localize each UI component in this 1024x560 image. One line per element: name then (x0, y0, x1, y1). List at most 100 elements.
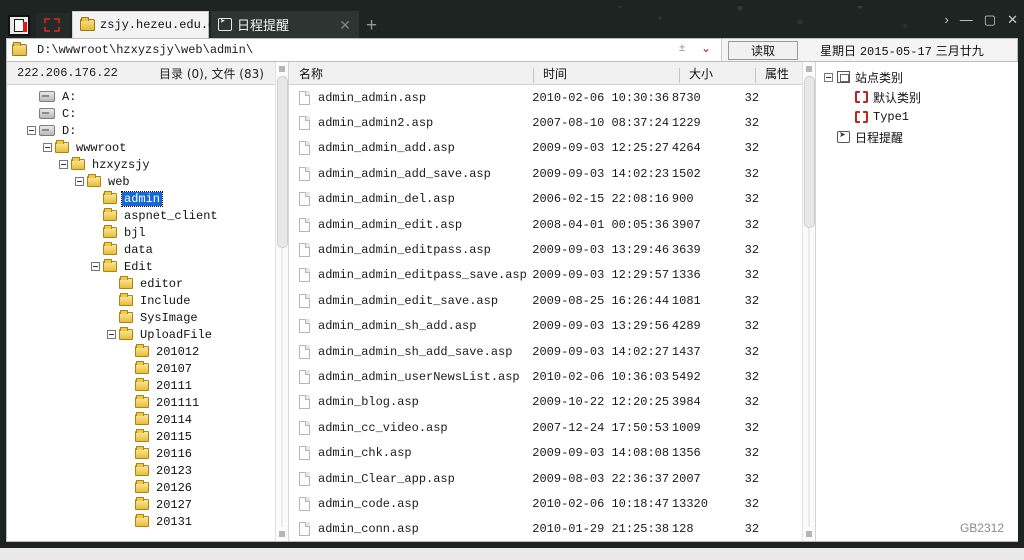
collapse-icon[interactable] (107, 330, 116, 339)
main-content: 222.206.176.22 目录 (0), 文件 (83) A: C: D: www… (6, 62, 1018, 542)
category-tree-item[interactable]: 站点类别 (821, 67, 1018, 87)
collapse-icon[interactable] (91, 262, 100, 271)
tree-item[interactable]: 201012 (7, 343, 288, 360)
tree-item[interactable]: A: (7, 88, 288, 105)
tree-item[interactable]: bjl (7, 224, 288, 241)
table-row[interactable]: admin_admin_edit.asp 2008-04-01 00:05:36 3… (289, 212, 802, 237)
table-row[interactable]: admin_admin_add.asp 2009-09-03 12:25:27 42… (289, 136, 802, 161)
column-header-size[interactable]: 大小 (679, 65, 755, 83)
file-attribute: 32 (744, 395, 760, 410)
table-row[interactable]: admin_admin.asp 2010-02-06 10:30:36 8730 32 (289, 85, 802, 110)
tree-item[interactable]: hzxyzsjy (7, 156, 288, 173)
table-row[interactable]: admin_admin2.asp 2007-08-10 08:37:24 1229 3… (289, 110, 802, 135)
scroll-down-icon[interactable] (806, 531, 812, 537)
table-row[interactable]: admin_admin_sh_add.asp 2009-09-03 13:29:5… (289, 314, 802, 339)
tree-item[interactable]: 20114 (7, 411, 288, 428)
category-tree-item[interactable]: 默认类别 (821, 87, 1018, 107)
file-name: admin_admin_edit.asp (318, 217, 463, 232)
folder-icon (71, 157, 85, 170)
tree-item[interactable]: Include (7, 292, 288, 309)
close-button[interactable]: ✕ (1007, 13, 1018, 26)
file-size: 13320 (671, 496, 708, 511)
chevron-down-icon[interactable]: ⌄ (701, 41, 711, 55)
tree-item[interactable]: admin (7, 190, 288, 207)
column-header-time[interactable]: 时间 (533, 65, 679, 83)
collapse-icon[interactable] (824, 72, 833, 82)
scroll-down-icon[interactable] (279, 531, 285, 537)
table-row[interactable]: admin_blog.asp 2009-10-22 12:20:25 3984 32 (289, 390, 802, 415)
file-list-scrollbar[interactable] (802, 62, 815, 541)
file-name: admin_chk.asp (318, 446, 412, 461)
tree-item[interactable]: 20115 (7, 428, 288, 445)
updown-icon[interactable]: ± (679, 42, 685, 54)
dashed-square-icon[interactable] (36, 13, 70, 38)
drive-icon (39, 125, 55, 136)
file-list[interactable]: admin_admin.asp 2010-02-06 10:30:36 8730 32… (289, 85, 802, 541)
tree-item-label: 20131 (156, 514, 193, 529)
table-row[interactable]: admin_admin_editpass_save.asp 2009-09-03 … (289, 263, 802, 288)
category-tree[interactable]: 站点类别默认类别 Type1 日程提醒 (816, 62, 1018, 147)
collapse-icon[interactable] (27, 126, 36, 135)
tree-item[interactable]: 201111 (7, 394, 288, 411)
maximize-button[interactable]: ▢ (984, 13, 996, 26)
tree-item[interactable]: 20123 (7, 462, 288, 479)
document-icon (299, 344, 310, 359)
tree-item[interactable]: D: (7, 122, 288, 139)
file-size: 3984 (671, 395, 701, 410)
tab-site[interactable]: zsjy.hezeu.edu.cn ✕ (72, 11, 238, 38)
close-icon[interactable]: ✕ (335, 18, 355, 32)
tree-item[interactable]: 20126 (7, 479, 288, 496)
tab-schedule-reminder[interactable]: 日程提醒 ✕ (211, 11, 359, 38)
file-time: 2007-08-10 08:37:24 (532, 116, 670, 131)
category-tree-item[interactable]: Type1 (821, 107, 1018, 127)
app-window-icon[interactable] (8, 15, 30, 36)
scroll-thumb[interactable] (804, 76, 815, 228)
tree-item-label: bjl (124, 225, 146, 240)
scroll-up-icon[interactable] (279, 66, 285, 72)
path-input[interactable]: D:\wwwroot\hzxyzsjy\web\admin\ ± ⌄ (7, 39, 722, 61)
table-row[interactable]: admin_chk.asp 2009-09-03 14:08:08 1356 32 (289, 440, 802, 465)
collapse-icon[interactable] (59, 160, 68, 169)
tree-item-label: 20111 (156, 378, 193, 393)
tree-item[interactable]: editor (7, 275, 288, 292)
collapse-icon[interactable] (75, 177, 84, 186)
directory-tree[interactable]: A: C: D: wwwroot hzxyzsjy web admin aspnet_clie… (7, 85, 288, 541)
tree-item[interactable]: web (7, 173, 288, 190)
tree-item[interactable]: UploadFile (7, 326, 288, 343)
tree-item[interactable]: Edit (7, 258, 288, 275)
tree-scrollbar[interactable] (275, 62, 288, 541)
tree-item[interactable]: SysImage (7, 309, 288, 326)
tree-item[interactable]: 20127 (7, 496, 288, 513)
tree-item[interactable]: aspnet_client (7, 207, 288, 224)
minimize-button[interactable]: — (960, 13, 973, 26)
read-button[interactable]: 读取 (728, 40, 798, 60)
tree-item[interactable]: 20131 (7, 513, 288, 530)
scroll-up-icon[interactable] (806, 66, 812, 72)
collapse-icon[interactable] (43, 143, 52, 152)
table-row[interactable]: admin_Clear_app.asp 2009-08-03 22:36:37 20… (289, 466, 802, 491)
category-tree-item[interactable]: 日程提醒 (821, 127, 1018, 147)
table-row[interactable]: admin_admin_editpass.asp 2009-09-03 13:29… (289, 237, 802, 262)
tree-item[interactable]: C: (7, 105, 288, 122)
table-row[interactable]: admin_admin_edit_save.asp 2009-08-25 16:2… (289, 288, 802, 313)
folder-icon (12, 42, 27, 56)
file-attribute: 32 (744, 90, 760, 105)
tree-item[interactable]: 20116 (7, 445, 288, 462)
new-tab-button[interactable]: + (366, 16, 377, 35)
chevron-right-icon[interactable]: › (944, 13, 948, 26)
date-value: 2015-05-17 (859, 44, 932, 59)
tab-schedule-reminder-label: 日程提醒 (237, 19, 290, 34)
tree-item[interactable]: 20111 (7, 377, 288, 394)
scroll-thumb[interactable] (277, 76, 288, 248)
table-row[interactable]: admin_admin_del.asp 2006-02-15 22:08:16 90… (289, 187, 802, 212)
tree-item[interactable]: data (7, 241, 288, 258)
table-row[interactable]: admin_admin_add_save.asp 2009-09-03 14:02… (289, 161, 802, 186)
table-row[interactable]: admin_admin_userNewsList.asp 2010-02-06 1… (289, 364, 802, 389)
tree-item[interactable]: wwwroot (7, 139, 288, 156)
tree-item[interactable]: 20107 (7, 360, 288, 377)
table-row[interactable]: admin_code.asp 2010-02-06 10:18:47 13320 32 (289, 491, 802, 516)
table-row[interactable]: admin_conn.asp 2010-01-29 21:25:38 128 32 (289, 517, 802, 541)
table-row[interactable]: admin_admin_sh_add_save.asp 2009-09-03 14… (289, 339, 802, 364)
column-header-name[interactable]: 名称 (289, 65, 533, 82)
table-row[interactable]: admin_cc_video.asp 2007-12-24 17:50:53 100… (289, 415, 802, 440)
